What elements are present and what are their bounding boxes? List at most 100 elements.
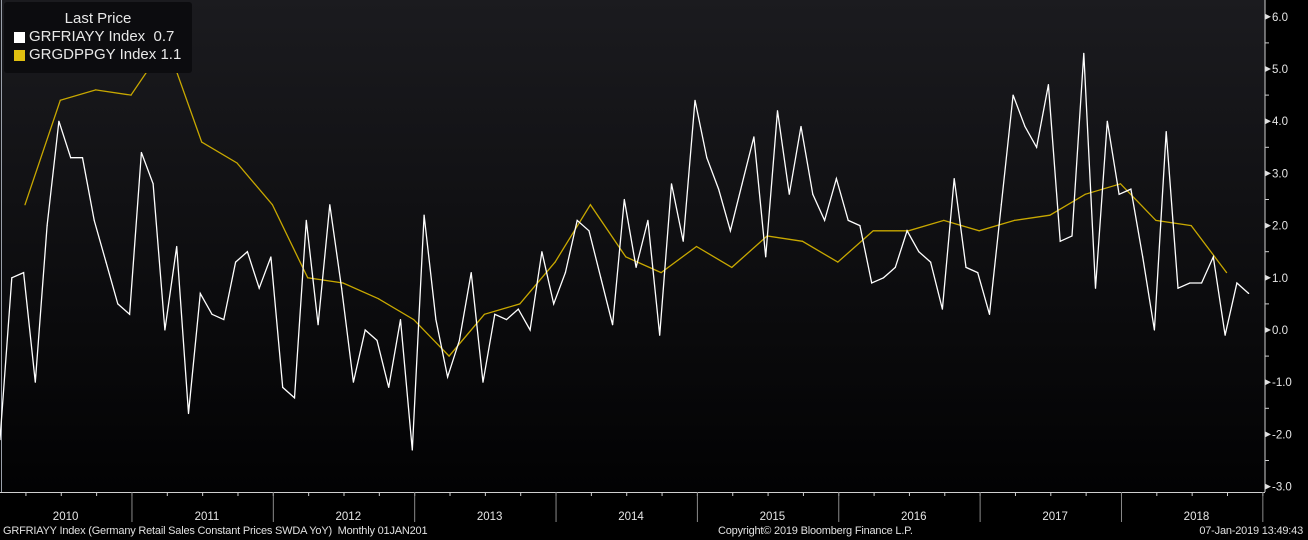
retail-sales-series-point: [576, 219, 578, 221]
retail-sales-series-point: [447, 376, 449, 378]
retail-sales-series-point: [81, 157, 84, 159]
retail-sales-series-point: [541, 251, 543, 253]
retail-sales-series-point: [1153, 329, 1156, 331]
retail-sales-series-point: [965, 266, 967, 268]
gdp-series-point: [1225, 271, 1228, 274]
gdp-series-point: [589, 204, 592, 206]
retail-sales-series-point: [22, 271, 25, 274]
retail-sales-series-point: [776, 110, 779, 112]
legend-label: GRFRIAYY Index: [29, 28, 146, 45]
retail-sales-series-point: [847, 219, 849, 221]
x-tick-label: 2016: [901, 511, 927, 523]
retail-sales-series-point: [988, 313, 991, 315]
footer-description: GRFRIAYY Index (Germany Retail Sales Con…: [3, 525, 428, 537]
retail-sales-series-point: [270, 256, 272, 258]
gdp-series-point: [978, 230, 980, 232]
retail-sales-series-point: [977, 271, 979, 274]
x-tick-label: 2017: [1042, 511, 1068, 523]
retail-sales-series-point: [482, 381, 484, 383]
y-tick-label: 0.0: [1272, 325, 1288, 337]
retail-sales-series-point: [34, 381, 36, 383]
gdp-series-point: [413, 318, 415, 321]
gdp-series-point: [95, 89, 97, 91]
gdp-series-point: [307, 277, 309, 279]
y-tick-label: 6.0: [1272, 12, 1288, 24]
retail-sales-series-point: [529, 329, 531, 331]
gdp-series-point: [625, 256, 627, 258]
legend: Last Price GRFRIAYY Index 0.7 GRGDPPGY I…: [4, 2, 192, 73]
retail-sales-series-point: [435, 318, 437, 321]
retail-sales-series-point: [211, 313, 213, 315]
retail-sales-series-point: [812, 193, 814, 195]
retail-sales-series-point: [1071, 235, 1073, 237]
legend-item-gdp: GRGDPPGY Index 1.1: [4, 46, 192, 64]
gdp-series-point: [837, 261, 839, 263]
retail-sales-series-point: [647, 219, 649, 221]
retail-sales-series-point: [140, 151, 142, 154]
retail-sales-series-point: [670, 183, 673, 185]
retail-sales-series-point: [411, 449, 413, 451]
legend-swatch-yellow: [14, 49, 25, 61]
gdp-series-point: [201, 141, 203, 143]
retail-sales-series-point: [1142, 256, 1144, 258]
x-tick-label: 2011: [195, 511, 220, 523]
retail-sales-series-point: [1083, 52, 1085, 54]
retail-sales-series-point: [564, 271, 567, 274]
retail-sales-series-point: [1248, 292, 1250, 295]
retail-sales-series-point: [729, 230, 731, 232]
retail-sales-series-point: [588, 230, 590, 232]
gdp-series-point: [1084, 193, 1086, 195]
retail-sales-series-point: [953, 178, 955, 180]
retail-sales-series-point: [199, 292, 201, 295]
legend-last-value: 0.7: [153, 28, 175, 45]
retail-sales-series-point: [600, 277, 602, 279]
gdp-series-point: [943, 219, 945, 221]
retail-sales-series-point: [317, 324, 319, 326]
gdp-series-point: [1049, 214, 1051, 216]
retail-sales-series-point: [859, 225, 861, 227]
retail-sales-series-point: [505, 318, 508, 321]
gdp-series-point: [695, 245, 698, 248]
gdp-series-point: [483, 313, 486, 315]
retail-sales-series-point: [918, 251, 920, 253]
retail-sales-series-point: [741, 183, 743, 185]
retail-sales-series-point: [1059, 240, 1061, 242]
retail-sales-series-point: [329, 204, 331, 206]
retail-sales-series-point: [553, 303, 555, 305]
retail-sales-series-point: [682, 240, 684, 242]
gdp-series-point: [236, 162, 238, 164]
y-tick-label: -2.0: [1272, 429, 1292, 441]
gdp-series-point: [1155, 219, 1157, 221]
gdp-series-point: [554, 261, 556, 263]
retail-sales-series-point: [187, 412, 190, 415]
retail-sales-series-point: [930, 261, 932, 263]
retail-sales-series-point: [11, 277, 13, 279]
retail-sales-series-point: [1200, 282, 1203, 284]
retail-sales-series-point: [105, 261, 107, 263]
retail-sales-series-point: [623, 198, 625, 201]
x-tick-label: 2012: [336, 511, 362, 523]
gdp-series-point: [801, 240, 804, 242]
gdp-series-point: [731, 266, 733, 268]
retail-sales-series-point: [1036, 146, 1038, 148]
gdp-series-point: [1190, 225, 1192, 227]
retail-sales-series-point: [635, 266, 637, 268]
retail-sales-series-point: [1012, 94, 1014, 96]
retail-sales-series-point: [659, 334, 661, 336]
gdp-series-point: [24, 204, 26, 206]
retail-sales-series-point: [305, 219, 307, 221]
x-tick-label: 2010: [53, 511, 79, 523]
retail-sales-series-point: [611, 324, 614, 326]
retail-sales-series-point: [871, 282, 873, 284]
gdp-series-point: [130, 94, 132, 96]
retail-sales-series-point: [694, 99, 696, 101]
retail-sales-series-point: [906, 230, 908, 232]
retail-sales-series-point: [882, 277, 885, 279]
retail-sales-series-point: [470, 271, 472, 274]
retail-sales-series-point: [835, 178, 837, 180]
legend-item-retail: GRFRIAYY Index 0.7: [4, 28, 192, 46]
retail-sales-series-point: [93, 219, 95, 221]
retail-sales-series-point: [1130, 188, 1132, 190]
retail-sales-series-point: [423, 214, 425, 216]
y-tick-label: 5.0: [1272, 64, 1288, 76]
